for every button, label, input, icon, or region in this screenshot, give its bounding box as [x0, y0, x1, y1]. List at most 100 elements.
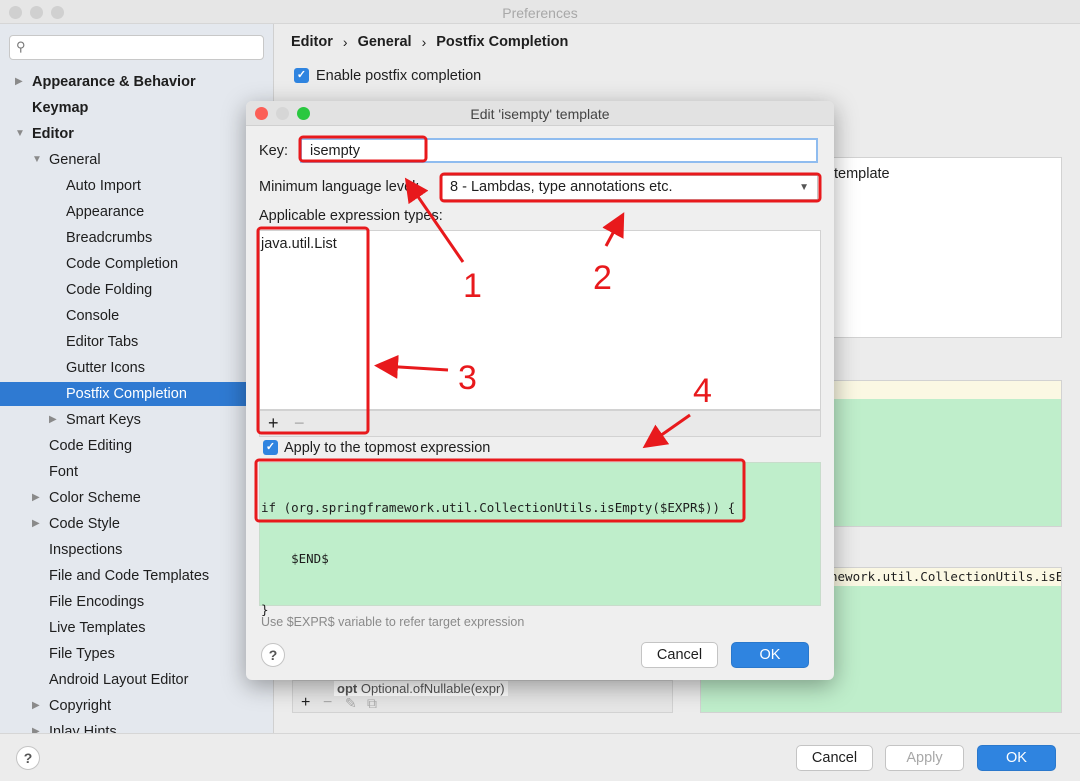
sidebar-item-keymap[interactable]: Keymap — [32, 96, 88, 120]
expand-arrow-icon[interactable]: ▶ — [32, 492, 40, 503]
sidebar-item-label: Gutter Icons — [66, 360, 145, 376]
sidebar-item-gutter-icons[interactable]: Gutter Icons — [66, 356, 145, 380]
expand-arrow-icon[interactable]: ▶ — [49, 414, 57, 425]
expression-types-list: java.util.List — [259, 230, 821, 410]
template-list-partial-row[interactable]: opt Optional.ofNullable(expr) — [334, 681, 508, 696]
settings-search-input[interactable]: ⚲ — [9, 35, 264, 60]
chevron-right-icon: › — [421, 34, 427, 50]
chevron-right-icon: › — [342, 34, 348, 50]
apply-button[interactable]: Apply — [885, 745, 964, 771]
footer-bar: ? Cancel Apply OK — [0, 733, 1080, 781]
expand-arrow-icon[interactable]: ▶ — [32, 700, 40, 711]
dialog-ok-button[interactable]: OK — [731, 642, 809, 668]
sidebar-item-label: Font — [49, 464, 79, 480]
sidebar-item-label: Editor — [32, 126, 74, 142]
description-text: template — [834, 166, 890, 182]
title-bar: Preferences — [0, 0, 1080, 24]
template-description: Optional.ofNullable(expr) — [360, 681, 505, 696]
expand-arrow-icon[interactable]: ▶ — [15, 76, 23, 87]
apply-topmost-checkbox[interactable]: ✓ — [263, 440, 278, 455]
sidebar-item-label: Inspections — [49, 542, 123, 558]
sidebar-item-label: Postfix Completion — [66, 386, 187, 402]
sidebar-item-copyright[interactable]: Copyright — [49, 694, 111, 718]
key-input[interactable]: isempty — [300, 138, 818, 163]
expand-arrow-icon[interactable]: ▶ — [32, 518, 40, 529]
sidebar-item-label: Color Scheme — [49, 490, 141, 506]
collapse-arrow-icon[interactable]: ▼ — [32, 154, 42, 165]
language-level-value: 8 - Lambdas, type annotations etc. — [450, 179, 673, 195]
remove-template-icon[interactable]: − — [323, 694, 332, 712]
sidebar-item-smart-keys[interactable]: Smart Keys — [66, 408, 141, 432]
sidebar-item-label: Editor Tabs — [66, 334, 139, 350]
sidebar-item-label: General — [49, 152, 101, 168]
sidebar-item-label: Code Folding — [66, 282, 153, 298]
sidebar-item-editor[interactable]: Editor — [32, 122, 74, 146]
sidebar-item-code-folding[interactable]: Code Folding — [66, 278, 152, 302]
sidebar-item-console[interactable]: Console — [66, 304, 119, 328]
sidebar-item-android-layout-editor[interactable]: Android Layout Editor — [49, 668, 188, 692]
sidebar-item-label: Code Editing — [49, 438, 133, 454]
sidebar-item-font[interactable]: Font — [49, 460, 78, 484]
breadcrumb-editor: Editor — [291, 34, 333, 50]
dialog-title-bar: Edit 'isempty' template — [246, 101, 834, 126]
expression-types-toolbar: + − — [259, 410, 821, 437]
sidebar-item-label: Copyright — [49, 698, 112, 714]
key-label: Key: — [259, 143, 289, 159]
sidebar-item-file-encodings[interactable]: File Encodings — [49, 590, 144, 614]
code-line: $END$ — [261, 551, 329, 566]
sidebar-item-postfix-completion[interactable]: Postfix Completion — [0, 382, 246, 406]
collapse-arrow-icon[interactable]: ▼ — [15, 128, 25, 139]
enable-postfix-checkbox[interactable]: ✓ — [294, 68, 309, 83]
copy-template-icon[interactable]: ⧉ — [367, 695, 377, 711]
expression-type-item[interactable]: java.util.List — [261, 236, 337, 252]
sidebar-item-breadcrumbs[interactable]: Breadcrumbs — [66, 226, 152, 250]
cancel-button[interactable]: Cancel — [796, 745, 873, 771]
sidebar-item-live-templates[interactable]: Live Templates — [49, 616, 145, 640]
sidebar-item-label: File Encodings — [49, 594, 145, 610]
sidebar-item-editor-tabs[interactable]: Editor Tabs — [66, 330, 138, 354]
chevron-down-icon: ▼ — [799, 182, 809, 193]
window-title: Preferences — [502, 5, 578, 21]
dialog-help-button[interactable]: ? — [261, 643, 285, 667]
sidebar-item-label: File and Code Templates — [49, 568, 210, 584]
ok-button[interactable]: OK — [977, 745, 1056, 771]
template-key: opt — [337, 681, 358, 696]
sidebar-item-label: Appearance & Behavior — [32, 74, 196, 90]
help-button[interactable]: ? — [16, 746, 40, 770]
expression-types-label: Applicable expression types: — [259, 208, 443, 224]
remove-type-icon[interactable]: − — [294, 413, 305, 434]
dialog-title: Edit 'isempty' template — [470, 106, 610, 122]
edit-template-dialog: Edit 'isempty' template Key: isempty Min… — [246, 101, 834, 680]
settings-sidebar: ⚲ Appearance & Behavior ▶ Keymap Editor ▼ Gen… — [0, 24, 274, 733]
dialog-cancel-button[interactable]: Cancel — [641, 642, 718, 668]
sidebar-item-label: Smart Keys — [66, 412, 141, 428]
sidebar-item-label: Keymap — [32, 100, 89, 116]
sidebar-item-file-types[interactable]: File Types — [49, 642, 115, 666]
sidebar-item-appearance[interactable]: Appearance — [66, 200, 144, 224]
sidebar-item-inlay-hints[interactable]: Inlay Hints — [49, 720, 117, 733]
breadcrumb-postfix-completion: Postfix Completion — [436, 34, 569, 50]
sidebar-item-auto-import[interactable]: Auto Import — [66, 174, 141, 198]
sidebar-item-appearance-behavior[interactable]: Appearance & Behavior — [32, 70, 196, 94]
add-template-icon[interactable]: + — [301, 694, 310, 712]
enable-postfix-label: Enable postfix completion — [316, 68, 482, 84]
sidebar-item-label: Appearance — [66, 204, 145, 220]
add-type-icon[interactable]: + — [268, 413, 279, 434]
sidebar-item-color-scheme[interactable]: Color Scheme — [49, 486, 141, 510]
edit-template-icon[interactable]: ✎ — [345, 695, 357, 711]
sidebar-item-inspections[interactable]: Inspections — [49, 538, 122, 562]
sidebar-item-label: Android Layout Editor — [49, 672, 189, 688]
template-code-editor[interactable]: if (org.springframework.util.CollectionU… — [259, 462, 821, 617]
expand-arrow-icon[interactable]: ▶ — [32, 726, 40, 733]
sidebar-item-label: Code Completion — [66, 256, 179, 272]
sidebar-item-code-style[interactable]: Code Style — [49, 512, 120, 536]
code-line: if (org.springframework.util.CollectionU… — [261, 500, 736, 515]
sidebar-item-general[interactable]: General — [49, 148, 101, 172]
sidebar-item-code-completion[interactable]: Code Completion — [66, 252, 178, 276]
sidebar-item-code-editing[interactable]: Code Editing — [49, 434, 132, 458]
sidebar-item-label: Console — [66, 308, 120, 324]
sidebar-item-file-and-code-templates[interactable]: File and Code Templates — [49, 564, 209, 588]
hint-text: Use $EXPR$ variable to refer target expr… — [261, 615, 525, 629]
language-level-select[interactable]: 8 - Lambdas, type annotations etc. ▼ — [441, 175, 818, 200]
sidebar-item-label: File Types — [49, 646, 115, 662]
